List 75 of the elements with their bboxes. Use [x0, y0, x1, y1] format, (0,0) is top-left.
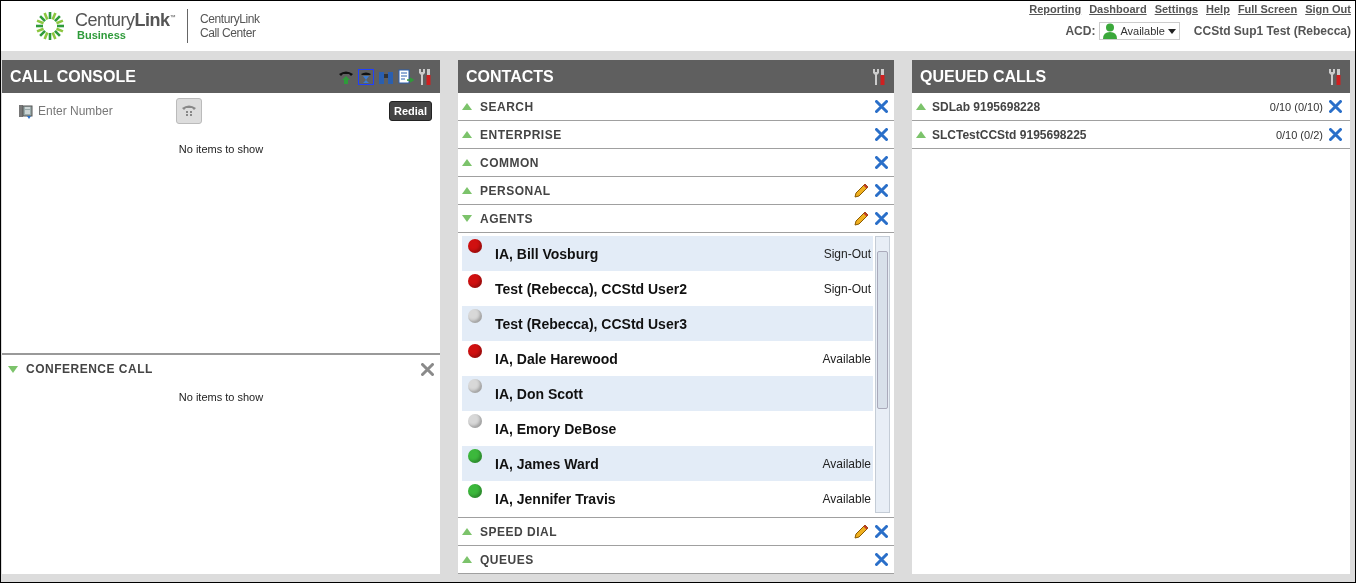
- scrollbar[interactable]: [875, 236, 890, 513]
- queue-name[interactable]: SDLab 9195698228: [932, 99, 1264, 114]
- empty-message: No items to show: [177, 391, 265, 403]
- section-header[interactable]: COMMON: [458, 149, 894, 177]
- nav-link[interactable]: Settings: [1154, 3, 1199, 15]
- nav-link[interactable]: Help: [1206, 3, 1230, 15]
- section-title[interactable]: PERSONAL: [480, 183, 845, 198]
- agent-status: Sign-Out: [823, 281, 871, 296]
- tools-icon[interactable]: [418, 67, 432, 86]
- agent-name[interactable]: IA, Emory DeBose: [495, 420, 871, 437]
- product-name: CenturyLink: [200, 12, 260, 26]
- panel-title: CONTACTS: [466, 67, 554, 86]
- section-title[interactable]: COMMON: [480, 155, 867, 170]
- pencil-icon[interactable]: [853, 210, 869, 227]
- agent-name[interactable]: IA, Bill Vosburg: [495, 245, 824, 262]
- agent-status: Sign-Out: [823, 246, 871, 261]
- caret-icon: [1167, 28, 1176, 34]
- dial-button[interactable]: [176, 98, 202, 124]
- section-header[interactable]: SPEED DIAL: [458, 518, 894, 546]
- agent-name[interactable]: IA, James Ward: [495, 455, 823, 472]
- tools-icon[interactable]: [1328, 67, 1342, 86]
- desk-phone-icon: [18, 103, 34, 119]
- nav-link[interactable]: Full Screen: [1237, 3, 1298, 15]
- acd-status-dropdown[interactable]: Available: [1099, 22, 1180, 40]
- section-header[interactable]: SEARCH: [458, 93, 894, 121]
- section-title[interactable]: QUEUES: [480, 552, 867, 567]
- phone-keypad-icon: [181, 103, 197, 119]
- section-title[interactable]: AGENTS: [480, 211, 845, 226]
- section-header[interactable]: QUEUES: [458, 546, 894, 574]
- close-icon[interactable]: [1329, 100, 1342, 113]
- number-input-field[interactable]: Enter Number: [34, 104, 162, 118]
- empty-message: No items to show: [177, 143, 265, 155]
- agent-name[interactable]: IA, Jennifer Travis: [495, 490, 823, 507]
- section-header[interactable]: AGENTS: [458, 205, 894, 233]
- panel-title: QUEUED CALLS: [920, 67, 1047, 86]
- close-icon[interactable]: [421, 362, 434, 376]
- close-icon[interactable]: [875, 156, 888, 169]
- section-title[interactable]: CONFERENCE CALL: [26, 362, 413, 376]
- sunburst-logo-icon: [35, 11, 65, 41]
- brand-name: CenturyLink$^{™}$: [75, 11, 176, 29]
- pencil-icon[interactable]: [853, 182, 869, 199]
- agent-status: Available: [822, 351, 871, 366]
- close-icon[interactable]: [875, 553, 888, 566]
- agent-name[interactable]: Test (Rebecca), CCStd User2: [495, 280, 824, 297]
- product-name: Call Center: [200, 26, 257, 40]
- phone-hourglass-icon[interactable]: [358, 68, 374, 85]
- close-icon[interactable]: [1329, 128, 1342, 141]
- section-title[interactable]: SEARCH: [480, 99, 867, 114]
- agent-status: Available: [822, 456, 871, 471]
- close-icon[interactable]: [875, 184, 888, 197]
- nav-link[interactable]: Reporting: [1029, 3, 1082, 15]
- section-title[interactable]: SPEED DIAL: [480, 524, 845, 539]
- acd-label: ACD:: [1065, 24, 1096, 38]
- person-icon: [1103, 23, 1118, 39]
- tools-icon[interactable]: [872, 67, 886, 86]
- section-header[interactable]: PERSONAL: [458, 177, 894, 205]
- nav-link[interactable]: Sign Out: [1305, 3, 1351, 15]
- close-icon[interactable]: [875, 100, 888, 113]
- section-title[interactable]: ENTERPRISE: [480, 127, 867, 142]
- queue-count: 0/10 (0/2): [1275, 128, 1323, 141]
- nav-link[interactable]: Dashboard: [1089, 3, 1147, 15]
- section-header[interactable]: ENTERPRISE: [458, 121, 894, 149]
- brand-tagline: Business: [77, 30, 126, 41]
- redial-button[interactable]: Redial: [389, 101, 432, 121]
- pencil-icon[interactable]: [853, 523, 869, 540]
- agent-status: Available: [822, 491, 871, 506]
- close-icon[interactable]: [875, 128, 888, 141]
- queue-count: 0/10 (0/10): [1269, 100, 1323, 113]
- close-icon[interactable]: [875, 525, 888, 538]
- panel-title: CALL CONSOLE: [10, 67, 136, 86]
- document-transfer-icon[interactable]: [398, 68, 414, 85]
- user-name: CCStd Sup1 Test (Rebecca): [1193, 24, 1351, 38]
- queue-name[interactable]: SLCTestCCStd 9195698225: [932, 127, 1270, 142]
- close-icon[interactable]: [875, 212, 888, 225]
- agent-name[interactable]: IA, Dale Harewood: [495, 350, 823, 367]
